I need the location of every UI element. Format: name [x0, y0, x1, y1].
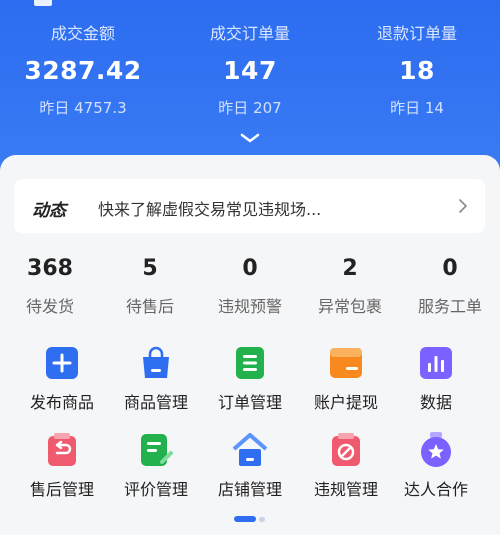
count-number: 2 — [342, 256, 358, 281]
tool-order-management[interactable]: 订单管理 — [200, 345, 300, 413]
tool-account-withdraw[interactable]: 账户提现 — [296, 345, 396, 413]
tool-label: 账户提现 — [313, 393, 378, 412]
stat-refunds[interactable]: 退款订单量 18 昨日 14 — [334, 20, 500, 118]
count-pending-shipment[interactable]: 368 待发货 — [0, 256, 100, 317]
tool-label: 评价管理 — [123, 480, 188, 499]
count-number: 0 — [242, 256, 258, 281]
tool-label: 发布商品 — [29, 393, 94, 412]
page-indicator-active — [234, 516, 256, 522]
tool-label: 达人合作 — [403, 480, 468, 499]
count-label: 待售后 — [125, 297, 174, 316]
tool-publish-product[interactable]: 发布商品 — [12, 345, 112, 413]
news-tag: 动态 — [32, 201, 66, 221]
shopping-bag-icon — [143, 346, 169, 378]
tool-label: 售后管理 — [29, 480, 94, 499]
tool-label: 订单管理 — [217, 393, 282, 412]
count-number: 368 — [27, 256, 73, 281]
chevron-right-icon — [459, 199, 467, 213]
tool-store-management[interactable]: 店铺管理 — [200, 432, 300, 500]
tool-label: 数据 — [419, 393, 452, 412]
stat-label: 成交金额 — [50, 24, 115, 43]
stat-orders[interactable]: 成交订单量 147 昨日 207 — [167, 20, 333, 118]
tool-review-management[interactable]: 评价管理 — [106, 432, 206, 500]
header-hero: 成交金额 3287.42 昨日 4757.3 成交订单量 147 昨日 207 … — [0, 0, 500, 175]
star-badge-icon — [421, 432, 451, 467]
stat-label: 成交订单量 — [209, 24, 290, 43]
count-label: 违规预警 — [217, 297, 282, 316]
count-number: 5 — [142, 256, 158, 281]
stat-prev: 昨日 14 — [390, 99, 444, 117]
tool-product-management[interactable]: 商品管理 — [106, 345, 206, 413]
stat-value: 147 — [223, 56, 277, 85]
count-label: 待发货 — [25, 297, 74, 316]
tool-label: 商品管理 — [123, 393, 188, 412]
stat-label: 退款订单量 — [376, 24, 457, 43]
count-label: 服务工单 — [417, 297, 482, 316]
stat-value: 18 — [399, 56, 435, 85]
wallet-icon — [330, 348, 362, 378]
return-icon — [48, 433, 76, 466]
review-icon — [141, 434, 173, 466]
stat-value: 3287.42 — [24, 56, 142, 85]
count-abnormal-package[interactable]: 2 异常包裹 — [300, 256, 400, 317]
count-label: 异常包裹 — [317, 297, 382, 316]
news-text: 快来了解虚假交易常见违规场... — [98, 200, 322, 219]
tool-label: 店铺管理 — [217, 480, 282, 499]
home-icon — [232, 433, 268, 466]
count-number: 0 — [442, 256, 458, 281]
tool-after-sale-management[interactable]: 售后管理 — [12, 432, 112, 500]
logo-chip — [34, 0, 52, 6]
prohibit-icon — [332, 433, 360, 466]
page-indicator — [259, 517, 265, 522]
count-after-sale[interactable]: 5 待售后 — [100, 256, 200, 317]
order-list-icon — [236, 347, 264, 379]
count-violation-warning[interactable]: 0 违规预警 — [200, 256, 300, 317]
tool-data[interactable]: 数据 — [386, 345, 486, 413]
tool-label: 违规管理 — [313, 480, 378, 499]
stat-prev: 昨日 207 — [218, 99, 282, 117]
tool-violation-management[interactable]: 违规管理 — [296, 432, 396, 500]
stat-gmv[interactable]: 成交金额 3287.42 昨日 4757.3 — [0, 20, 166, 118]
stat-prev: 昨日 4757.3 — [39, 99, 127, 117]
news-banner[interactable]: 动态 快来了解虚假交易常见违规场... — [14, 179, 485, 233]
tool-influencer-cooperation[interactable]: 达人合作 — [386, 432, 486, 500]
count-service-ticket[interactable]: 0 服务工单 — [400, 256, 500, 317]
plus-icon — [46, 347, 78, 379]
bar-chart-icon — [420, 347, 452, 379]
chevron-down-icon[interactable] — [240, 133, 260, 143]
